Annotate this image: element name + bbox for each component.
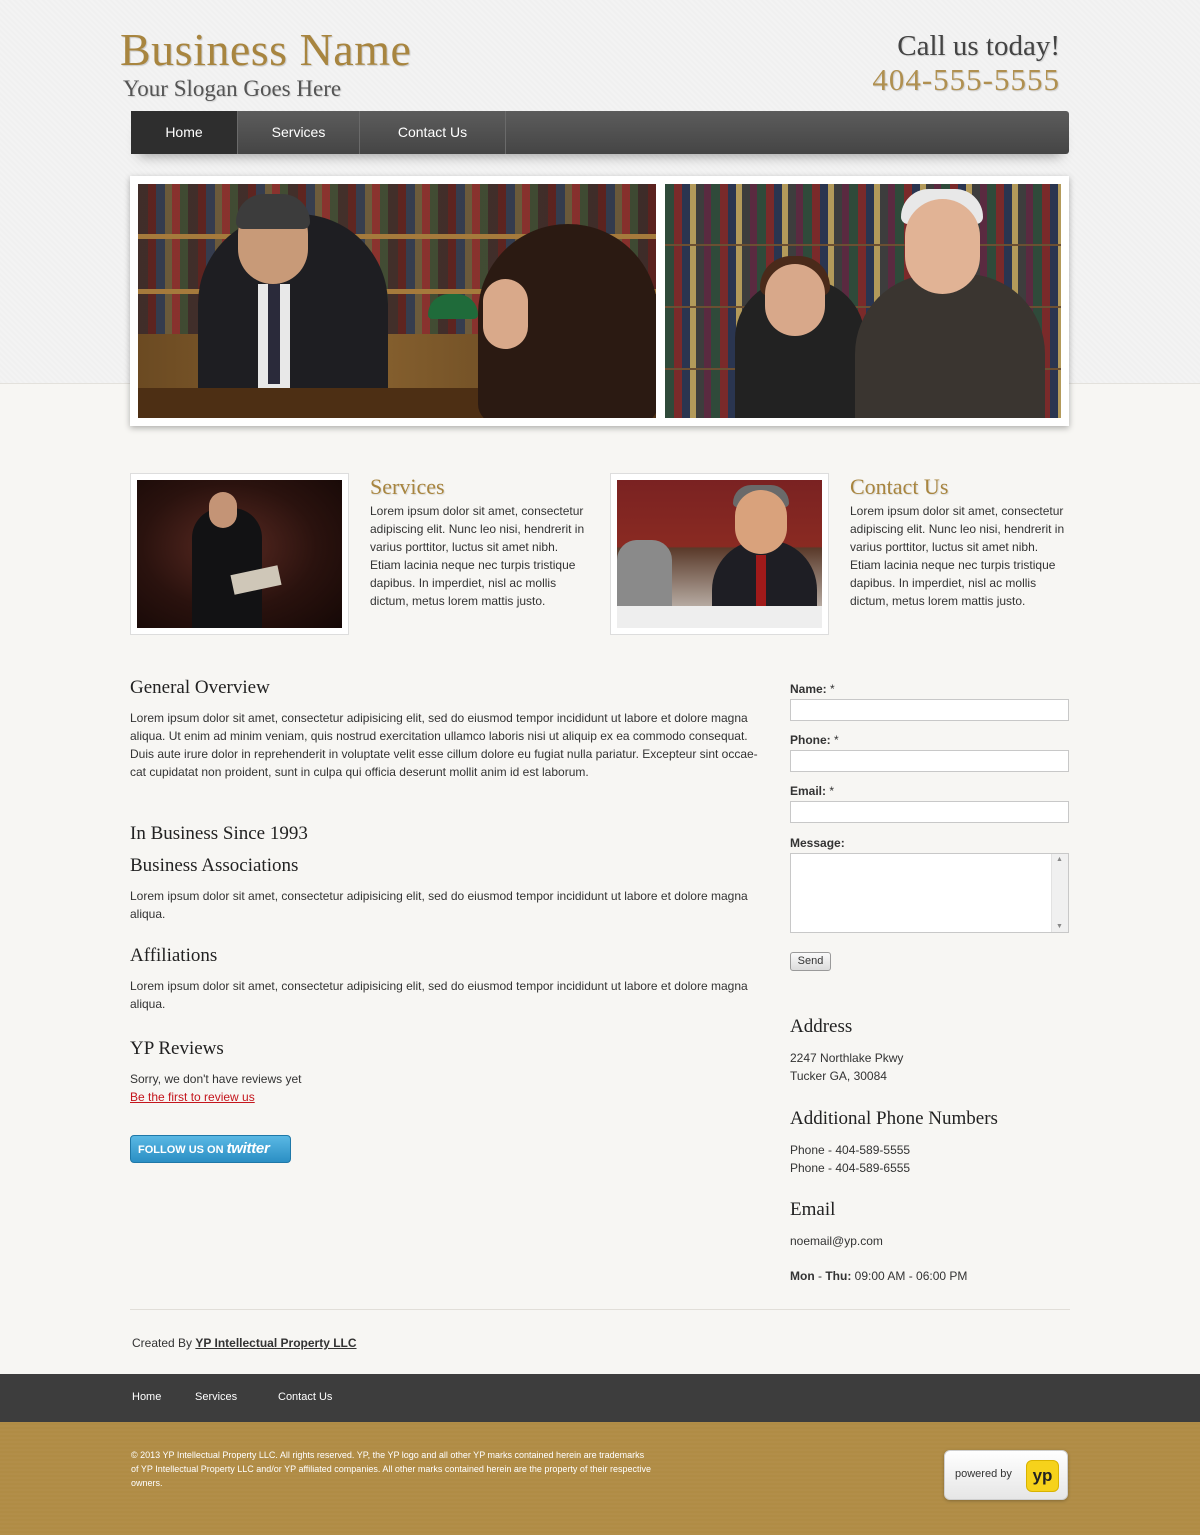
created-by: Created By YP Intellectual Property LLC — [132, 1336, 357, 1350]
phones-title: Additional Phone Numbers — [790, 1108, 998, 1129]
contact-form: Name: * Phone: * Email: * Message: ▲ ▼ S… — [790, 680, 1070, 971]
hero-banner — [130, 176, 1069, 426]
nav-services[interactable]: Services — [238, 111, 360, 154]
hours-start-day: Mon — [790, 1269, 815, 1283]
hours-time: 09:00 AM - 06:00 PM — [851, 1269, 968, 1283]
woman-face — [765, 264, 825, 336]
powered-by-text: powered by — [955, 1468, 1012, 1480]
created-by-link[interactable]: YP Intellectual Property LLC — [195, 1336, 356, 1350]
email-field[interactable] — [790, 801, 1069, 823]
scroll-down-icon[interactable]: ▼ — [1056, 923, 1063, 930]
message-label: Message: — [790, 836, 845, 850]
tie — [268, 284, 280, 384]
header-phone: 404-555-5555 — [872, 62, 1060, 97]
scroll-up-icon[interactable]: ▲ — [1056, 856, 1063, 863]
associations-body: Lorem ipsum dolor sit amet, consectetur … — [130, 889, 748, 921]
reviews-title: YP Reviews — [130, 1038, 224, 1059]
email-label: Email: * — [790, 784, 835, 798]
phone-1: Phone - 404-589-5555 — [790, 1143, 911, 1157]
affiliations-body: Lorem ipsum dolor sit amet, consectetur … — [130, 979, 748, 1011]
message-field[interactable]: ▲ ▼ — [790, 853, 1069, 933]
contact-photo — [617, 480, 822, 628]
business-hours: Mon - Thu: 09:00 AM - 06:00 PM — [790, 1269, 968, 1283]
call-text: Call us today! — [897, 30, 1060, 62]
phone-2: Phone - 404-589-6555 — [790, 1161, 911, 1175]
copyright-text: © 2013 YP Intellectual Property LLC. All… — [131, 1450, 651, 1488]
business-name[interactable]: Business Name — [120, 24, 411, 76]
feature-title[interactable]: Contact Us — [850, 474, 1072, 500]
phone-field[interactable] — [790, 750, 1069, 772]
contact-feature: Contact Us Lorem ipsum dolor sit amet, c… — [850, 474, 1072, 610]
address-title: Address — [790, 1016, 853, 1037]
review-link[interactable]: Be the first to review us — [130, 1088, 255, 1106]
brand: Business Name Your Slogan Goes Here — [120, 24, 411, 102]
yp-logo-icon: yp — [1026, 1460, 1059, 1492]
nav-contact-us[interactable]: Contact Us — [360, 111, 506, 154]
address-line1: 2247 Northlake Pkwy — [790, 1051, 904, 1065]
overview-title: General Overview — [130, 677, 270, 698]
associations-title: Business Associations — [130, 855, 299, 876]
services-photo — [137, 480, 342, 628]
slogan: Your Slogan Goes Here — [123, 76, 342, 101]
twitter-icon: twitter — [226, 1140, 270, 1157]
footer-nav: Home Services Contact Us — [0, 1374, 1200, 1422]
footer-nav-home[interactable]: Home — [132, 1391, 161, 1403]
contact-thumbnail — [610, 473, 829, 635]
footer-nav-services[interactable]: Services — [195, 1391, 237, 1403]
services-thumbnail — [130, 473, 349, 635]
main-nav: Home Services Contact Us — [131, 111, 1069, 154]
tie — [756, 555, 766, 610]
send-button[interactable]: Send — [790, 952, 831, 971]
name-field[interactable] — [790, 699, 1069, 721]
phone-label: Phone: * — [790, 733, 839, 747]
since-title: In Business Since 1993 — [130, 823, 308, 844]
feature-title[interactable]: Services — [370, 474, 592, 500]
powered-by-yp-badge[interactable]: powered by yp — [944, 1450, 1068, 1500]
reviews-empty-text: Sorry, we don't have reviews yet — [130, 1072, 302, 1086]
man-face — [905, 199, 980, 294]
footer-divider — [130, 1309, 1070, 1310]
address-line2: Tucker GA, 30084 — [790, 1069, 887, 1083]
woman-face — [483, 279, 528, 349]
twitter-prefix: FOLLOW US ON — [138, 1144, 224, 1156]
feature-body: Lorem ipsum dolor sit amet, consectetur … — [850, 504, 1065, 608]
email-title: Email — [790, 1199, 836, 1220]
lawyer-face — [735, 490, 787, 554]
bookshelf — [665, 184, 1061, 244]
man-hair — [236, 194, 310, 229]
nav-home[interactable]: Home — [131, 111, 238, 154]
overview-body: Lorem ipsum dolor sit amet, consectetur … — [130, 711, 758, 779]
hours-end-day: Thu: — [825, 1269, 852, 1283]
call-box: Call us today! 404-555-5555 — [872, 30, 1060, 98]
man-figure — [855, 274, 1045, 418]
message-scrollbar[interactable]: ▲ ▼ — [1051, 854, 1068, 932]
services-feature: Services Lorem ipsum dolor sit amet, con… — [370, 474, 592, 610]
table — [617, 606, 822, 628]
email-address[interactable]: noemail@yp.com — [790, 1232, 883, 1250]
person-face — [209, 492, 237, 528]
affiliations-title: Affiliations — [130, 945, 218, 966]
footer-nav-contact-us[interactable]: Contact Us — [278, 1391, 332, 1403]
partners-photo — [665, 184, 1061, 418]
lawyer-meeting-photo — [138, 184, 656, 418]
name-label: Name: * — [790, 682, 835, 696]
follow-twitter-button[interactable]: FOLLOW US ON twitter — [130, 1135, 291, 1163]
feature-body: Lorem ipsum dolor sit amet, consectetur … — [370, 504, 585, 608]
